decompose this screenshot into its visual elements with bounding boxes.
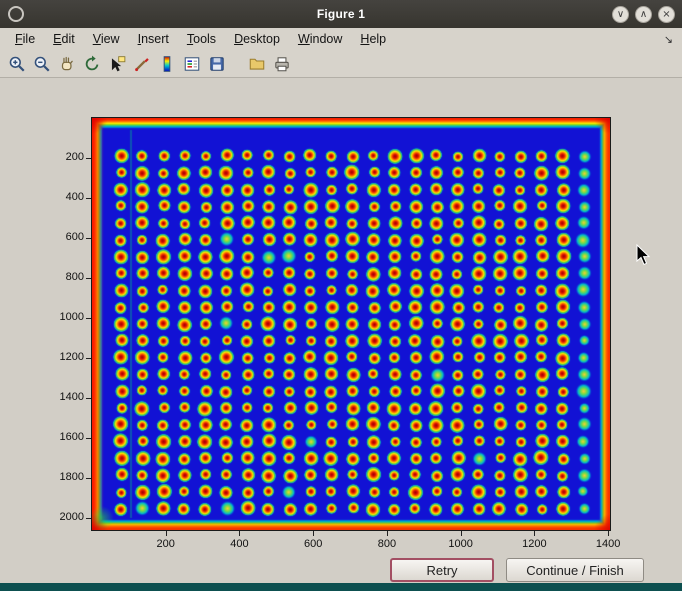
data-cursor-icon bbox=[108, 55, 126, 73]
y-tick-label: 600 bbox=[40, 231, 84, 243]
x-tick-label: 600 bbox=[288, 538, 338, 550]
menu-view[interactable]: View bbox=[84, 30, 129, 48]
x-tick-label: 1000 bbox=[436, 538, 486, 550]
y-tick-label: 1800 bbox=[40, 471, 84, 483]
legend-icon bbox=[183, 55, 201, 73]
x-tick-label: 200 bbox=[141, 538, 191, 550]
y-tick-label: 2000 bbox=[40, 511, 84, 523]
open-folder-icon bbox=[248, 55, 266, 73]
x-tick-label: 800 bbox=[362, 538, 412, 550]
y-tick-label: 200 bbox=[40, 151, 84, 163]
brush-button[interactable] bbox=[131, 53, 153, 75]
y-tick-mark bbox=[86, 238, 91, 239]
x-tick-mark bbox=[166, 531, 167, 536]
x-tick-mark bbox=[461, 531, 462, 536]
continue-finish-button[interactable]: Continue / Finish bbox=[506, 558, 644, 582]
menu-file[interactable]: File bbox=[6, 30, 44, 48]
y-tick-mark bbox=[86, 518, 91, 519]
x-tick-label: 1400 bbox=[583, 538, 633, 550]
print-button[interactable] bbox=[271, 53, 293, 75]
x-tick-mark bbox=[534, 531, 535, 536]
data-cursor-button[interactable] bbox=[106, 53, 128, 75]
x-tick-mark bbox=[313, 531, 314, 536]
zoom-in-button[interactable] bbox=[6, 53, 28, 75]
insert-legend-button[interactable] bbox=[181, 53, 203, 75]
colorbar-icon bbox=[158, 55, 176, 73]
x-tick-mark bbox=[387, 531, 388, 536]
plot-canvas[interactable] bbox=[92, 118, 610, 530]
pan-button[interactable] bbox=[56, 53, 78, 75]
x-tick-label: 1200 bbox=[509, 538, 559, 550]
y-tick-label: 400 bbox=[40, 191, 84, 203]
menu-help[interactable]: Help bbox=[351, 30, 395, 48]
y-tick-label: 1400 bbox=[40, 391, 84, 403]
zoom-out-icon bbox=[33, 55, 51, 73]
menu-insert[interactable]: Insert bbox=[129, 30, 178, 48]
insert-colorbar-button[interactable] bbox=[156, 53, 178, 75]
y-tick-mark bbox=[86, 398, 91, 399]
titlebar[interactable]: Figure 1 ∨ ∧ × bbox=[0, 0, 682, 28]
y-tick-mark bbox=[86, 198, 91, 199]
menu-window[interactable]: Window bbox=[289, 30, 351, 48]
y-tick-label: 1600 bbox=[40, 431, 84, 443]
print-icon bbox=[273, 55, 291, 73]
y-tick-mark bbox=[86, 158, 91, 159]
desktop-panel bbox=[0, 583, 682, 591]
mouse-cursor bbox=[636, 244, 652, 268]
y-tick-mark bbox=[86, 478, 91, 479]
y-tick-label: 1200 bbox=[40, 351, 84, 363]
y-tick-mark bbox=[86, 438, 91, 439]
x-tick-label: 400 bbox=[214, 538, 264, 550]
y-tick-label: 800 bbox=[40, 271, 84, 283]
pan-icon bbox=[58, 55, 76, 73]
figure-window: Figure 1 ∨ ∧ × File Edit View Insert Too… bbox=[0, 0, 682, 591]
window-title: Figure 1 bbox=[0, 7, 682, 21]
menu-desktop[interactable]: Desktop bbox=[225, 30, 289, 48]
y-tick-label: 1000 bbox=[40, 311, 84, 323]
y-tick-mark bbox=[86, 358, 91, 359]
save-button[interactable] bbox=[206, 53, 228, 75]
retry-button[interactable]: Retry bbox=[390, 558, 494, 582]
rotate-3d-icon bbox=[83, 55, 101, 73]
x-tick-mark bbox=[239, 531, 240, 536]
figure-area: Retry Continue / Finish 200 400 600 800 1000… bbox=[0, 78, 682, 583]
x-tick-mark bbox=[608, 531, 609, 536]
menubar-overflow-icon[interactable]: ↘ bbox=[664, 33, 682, 46]
menu-edit[interactable]: Edit bbox=[44, 30, 84, 48]
zoom-out-button[interactable] bbox=[31, 53, 53, 75]
zoom-in-icon bbox=[8, 55, 26, 73]
rotate-3d-button[interactable] bbox=[81, 53, 103, 75]
menubar: File Edit View Insert Tools Desktop Wind… bbox=[0, 28, 682, 50]
y-tick-mark bbox=[86, 278, 91, 279]
brush-icon bbox=[133, 55, 151, 73]
menu-tools[interactable]: Tools bbox=[178, 30, 225, 48]
figure-toolbar bbox=[0, 50, 682, 78]
open-button[interactable] bbox=[246, 53, 268, 75]
save-icon bbox=[208, 55, 226, 73]
y-tick-mark bbox=[86, 318, 91, 319]
